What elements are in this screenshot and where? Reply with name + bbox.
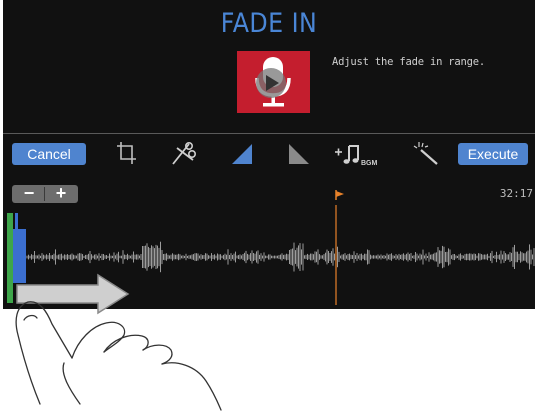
swipe-hand-icon (15, 301, 222, 411)
gesture-overlay (15, 273, 222, 411)
swipe-right-arrow-icon (16, 273, 130, 315)
